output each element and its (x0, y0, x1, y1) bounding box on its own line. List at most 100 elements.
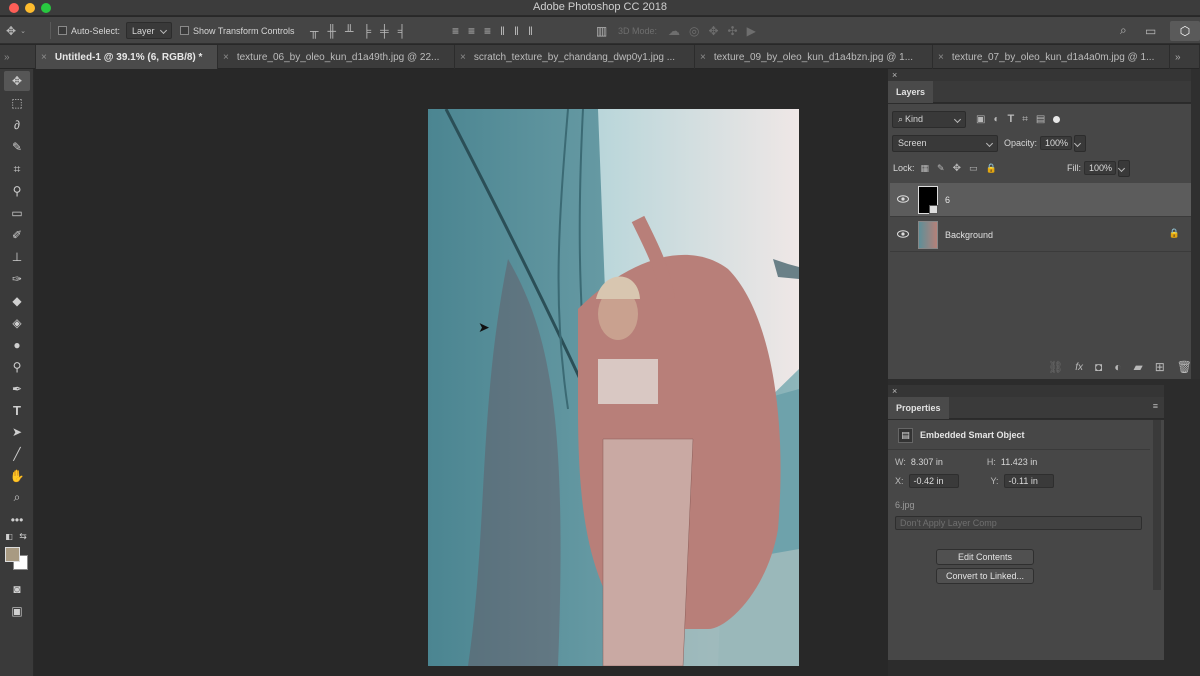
properties-panel-menu-icon[interactable]: ≡ (1153, 401, 1158, 411)
move-tool-icon[interactable]: ✥ ⌄ (6, 17, 26, 44)
share-icon[interactable]: ⬡ (1170, 21, 1200, 41)
close-tab-icon[interactable]: × (41, 52, 47, 63)
convert-to-linked-button[interactable]: Convert to Linked... (936, 568, 1034, 584)
quick-select-tool-icon[interactable]: ✎ (4, 137, 30, 157)
scale-3d-icon[interactable]: ▶ (747, 24, 756, 38)
visibility-eye-icon[interactable] (897, 194, 909, 204)
layer-row-background[interactable]: Background 🔒 (890, 218, 1192, 252)
tabs-collapse-icon[interactable]: » (0, 45, 36, 69)
drag-3d-icon[interactable]: ✥ (708, 24, 718, 38)
layer-row-6[interactable]: 6 (890, 183, 1192, 217)
crop-tool-icon[interactable]: ⌗ (4, 159, 30, 179)
layer-name[interactable]: 6 (945, 195, 950, 205)
width-value[interactable]: 8.307 in (911, 457, 943, 467)
auto-select-dropdown[interactable]: Layer (126, 22, 172, 39)
group-icon[interactable]: ▰ (1133, 360, 1142, 374)
tab-properties[interactable]: Properties (888, 397, 949, 419)
align-right-icon[interactable]: ╡ (398, 24, 407, 38)
lock-position-icon[interactable]: ✥ (953, 163, 961, 174)
align-left-icon[interactable]: ╞ (363, 24, 372, 38)
line-tool-icon[interactable]: ╱ (4, 444, 30, 464)
distribute-top-icon[interactable]: ≡ (452, 24, 459, 38)
move-tool-icon[interactable]: ✥ (4, 71, 30, 91)
visibility-eye-icon[interactable] (897, 229, 909, 239)
align-top-icon[interactable]: ╥ (310, 24, 319, 38)
mask-icon[interactable]: ◘ (1095, 360, 1102, 374)
filter-adjustment-icon[interactable]: ◐ (993, 114, 999, 125)
tab-texture-09[interactable]: × texture_09_by_oleo_kun_d1a4bzn.jpg @ 1.… (695, 45, 933, 69)
layer-lock-icon[interactable]: 🔒 (1169, 228, 1180, 239)
distribute-hcenter-icon[interactable]: ‖ (514, 24, 519, 38)
canvas-area[interactable]: ➤ (35, 69, 887, 676)
fill-input[interactable]: 100% (1084, 161, 1116, 175)
more-tools-icon[interactable]: ••• (4, 510, 30, 530)
slide-3d-icon[interactable]: ✣ (728, 24, 738, 38)
type-tool-icon[interactable]: T (4, 400, 30, 420)
screen-mode-icon[interactable]: ▣ (4, 601, 30, 621)
default-colors-icon[interactable]: ◧ (3, 530, 15, 542)
trash-icon[interactable]: 🗑 (1177, 360, 1192, 374)
blur-tool-icon[interactable]: ● (4, 335, 30, 355)
marquee-tool-icon[interactable]: ⬚ (4, 93, 30, 113)
tab-scratch-texture[interactable]: × scratch_texture_by_chandang_dwp0y1.jpg … (455, 45, 695, 69)
clone-stamp-tool-icon[interactable]: ⊥ (4, 247, 30, 267)
filter-pixel-icon[interactable]: ▣ (976, 114, 985, 125)
zoom-tool-icon[interactable]: ⌕ (4, 487, 30, 507)
layer-comp-dropdown[interactable]: Don't Apply Layer Comp (895, 516, 1142, 530)
properties-scrollbar[interactable] (1153, 420, 1161, 590)
distribute-bottom-icon[interactable]: ≡ (484, 24, 491, 38)
y-input[interactable]: -0.11 in (1003, 474, 1054, 488)
lock-transparent-icon[interactable]: ▦ (921, 163, 930, 174)
close-tab-icon[interactable]: × (700, 52, 706, 63)
workspace-icon[interactable]: ▭ (1145, 24, 1156, 38)
brush-tool-icon[interactable]: ✐ (4, 225, 30, 245)
pen-tool-icon[interactable]: ✒ (4, 379, 30, 399)
tab-texture-07[interactable]: × texture_07_by_oleo_kun_d1a4a0m.jpg @ 1.… (933, 45, 1170, 69)
close-tab-icon[interactable]: × (460, 52, 466, 63)
color-swatches[interactable] (4, 546, 30, 572)
adjustment-icon[interactable]: ◐ (1114, 360, 1121, 374)
distribute-left-icon[interactable]: ‖ (500, 24, 505, 38)
history-brush-tool-icon[interactable]: ✑ (4, 269, 30, 289)
eraser-tool-icon[interactable]: ◆ (4, 291, 30, 311)
layers-panel-collapse-icon[interactable]: × (888, 69, 1200, 81)
edit-contents-button[interactable]: Edit Contents (936, 549, 1034, 565)
fill-slider-toggle[interactable] (1118, 159, 1130, 177)
align-hcenter-icon[interactable]: ╪ (380, 24, 389, 38)
roll-3d-icon[interactable]: ◎ (689, 24, 699, 38)
blend-mode-dropdown[interactable]: Screen (892, 134, 998, 152)
tab-untitled-1[interactable]: × Untitled-1 @ 39.1% (6, RGB/8) * (36, 45, 218, 69)
show-transform-checkbox[interactable]: Show Transform Controls (180, 17, 295, 44)
opacity-slider-toggle[interactable] (1074, 134, 1087, 152)
link-icon[interactable]: ⛓ (1048, 360, 1063, 374)
fx-icon[interactable]: fx (1075, 362, 1083, 373)
align-vcenter-icon[interactable]: ╫ (328, 24, 337, 38)
height-value[interactable]: 11.423 in (1001, 457, 1037, 467)
tab-texture-06[interactable]: × texture_06_by_oleo_kun_d1a49th.jpg @ 22… (218, 45, 455, 69)
document-canvas[interactable] (428, 109, 799, 666)
lock-all-icon[interactable]: 🔒 (985, 163, 996, 174)
layer-filter-dropdown[interactable]: ⌕ Kind (892, 110, 966, 128)
quick-mask-icon[interactable]: ◙ (4, 579, 30, 599)
tabs-overflow-icon[interactable]: » (1170, 45, 1200, 69)
tab-layers[interactable]: Layers (888, 81, 934, 103)
lock-image-icon[interactable]: ✎ (937, 163, 945, 174)
properties-panel-collapse-icon[interactable]: × (888, 385, 1164, 397)
hand-tool-icon[interactable]: ✋ (4, 466, 30, 486)
close-tab-icon[interactable]: × (223, 52, 229, 63)
close-tab-icon[interactable]: × (938, 52, 944, 63)
filter-type-icon[interactable]: T (1008, 113, 1015, 125)
auto-select-checkbox[interactable]: Auto-Select: (58, 17, 120, 44)
opacity-input[interactable]: 100% (1040, 136, 1073, 150)
new-layer-icon[interactable]: ⊞ (1155, 360, 1165, 374)
layer-name[interactable]: Background (945, 230, 993, 240)
distribute-vcenter-icon[interactable]: ≡ (468, 24, 475, 38)
filter-toggle-icon[interactable] (1053, 115, 1061, 123)
eyedropper-tool-icon[interactable]: ⚲ (4, 181, 30, 201)
foreground-color-swatch[interactable] (5, 547, 20, 562)
search-icon[interactable]: ⌕ (1120, 23, 1127, 38)
dodge-tool-icon[interactable]: ⚲ (4, 357, 30, 377)
lock-artboard-icon[interactable]: ▭ (969, 163, 978, 174)
swap-colors-icon[interactable]: ⇆ (17, 530, 29, 542)
path-select-tool-icon[interactable]: ➤ (4, 422, 30, 442)
